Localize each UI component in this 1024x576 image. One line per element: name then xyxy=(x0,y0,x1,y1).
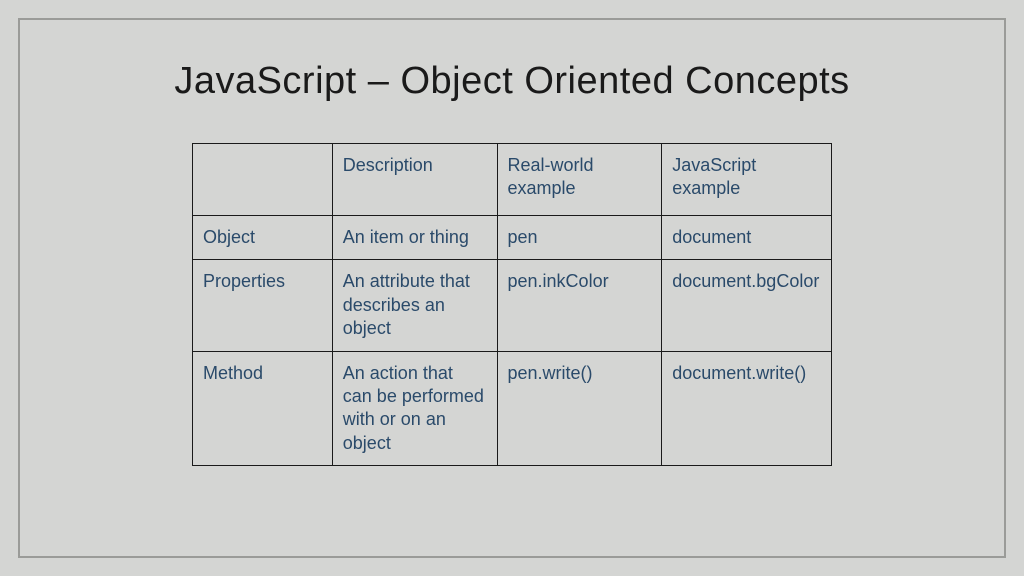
concepts-table: Description Real-world example JavaScrip… xyxy=(192,143,832,466)
row-description: An attribute that describes an object xyxy=(332,260,497,351)
row-js: document xyxy=(662,216,832,260)
header-empty xyxy=(193,144,333,216)
row-realworld: pen.inkColor xyxy=(497,260,662,351)
row-realworld: pen.write() xyxy=(497,351,662,466)
row-label: Properties xyxy=(193,260,333,351)
table-row: Properties An attribute that describes a… xyxy=(193,260,832,351)
page-title: JavaScript – Object Oriented Concepts xyxy=(80,60,944,103)
slide-frame: JavaScript – Object Oriented Concepts De… xyxy=(18,18,1006,558)
row-label: Method xyxy=(193,351,333,466)
table-header-row: Description Real-world example JavaScrip… xyxy=(193,144,832,216)
row-js: document.bgColor xyxy=(662,260,832,351)
row-label: Object xyxy=(193,216,333,260)
row-js: document.write() xyxy=(662,351,832,466)
table-container: Description Real-world example JavaScrip… xyxy=(80,143,944,466)
table-row: Method An action that can be performed w… xyxy=(193,351,832,466)
header-realworld: Real-world example xyxy=(497,144,662,216)
row-realworld: pen xyxy=(497,216,662,260)
table-row: Object An item or thing pen document xyxy=(193,216,832,260)
row-description: An action that can be performed with or … xyxy=(332,351,497,466)
header-description: Description xyxy=(332,144,497,216)
row-description: An item or thing xyxy=(332,216,497,260)
header-js: JavaScript example xyxy=(662,144,832,216)
